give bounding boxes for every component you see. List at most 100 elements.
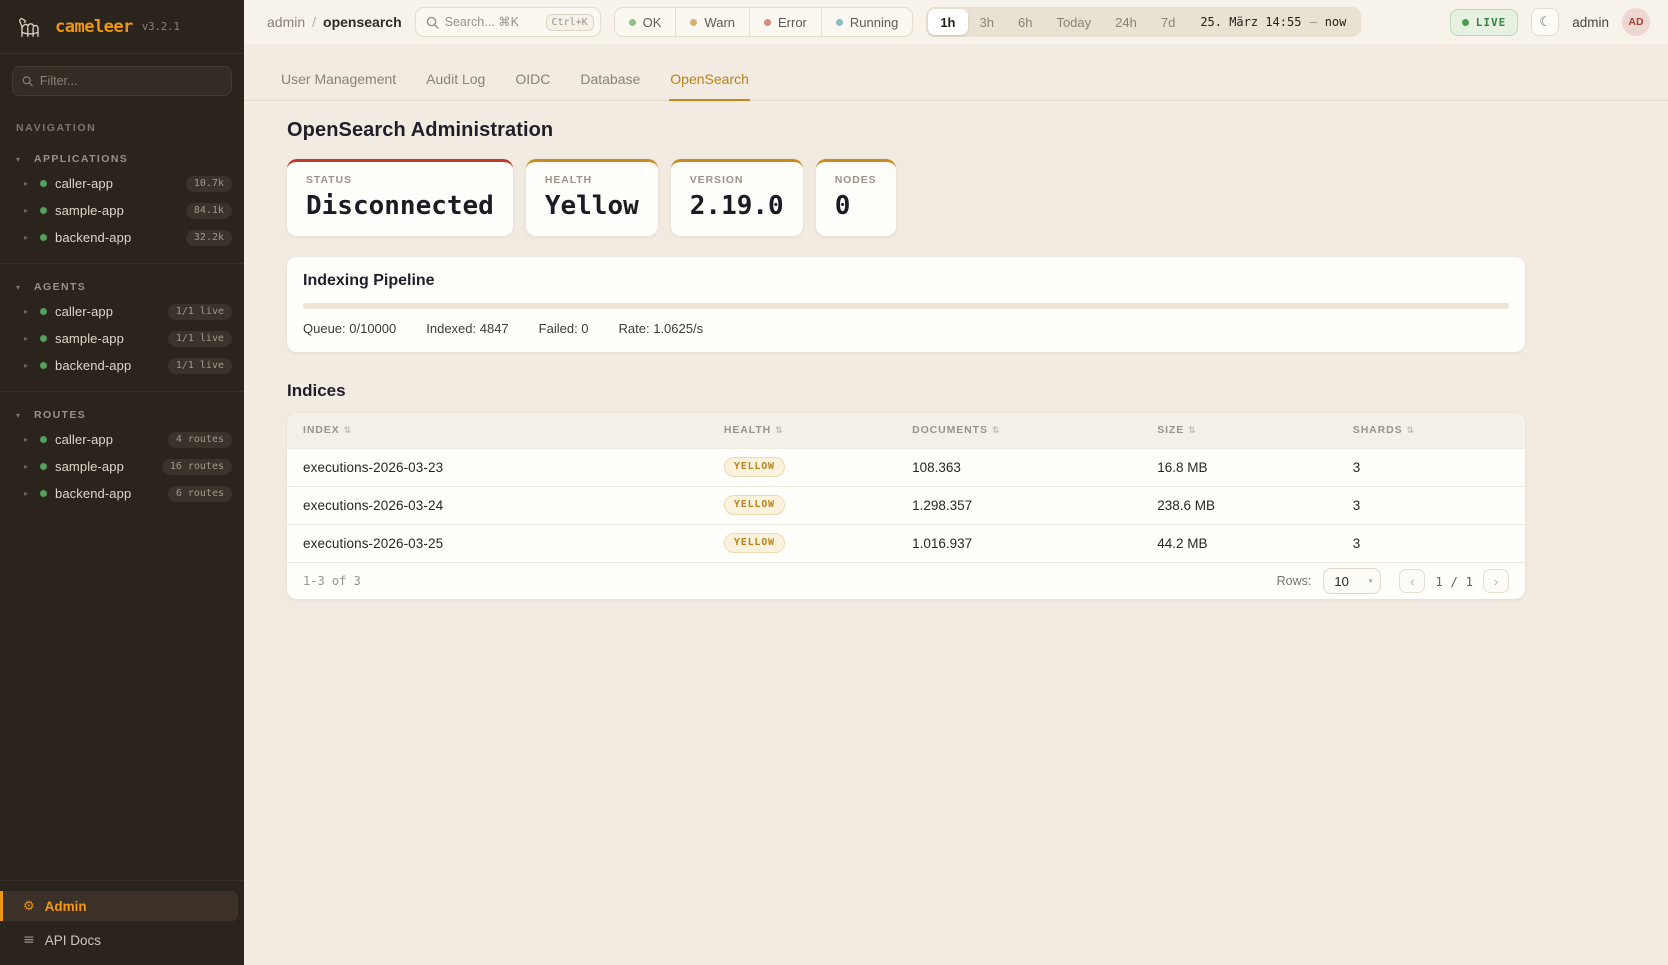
column-header-documents[interactable]: DOCUMENTS⇅ (896, 413, 1141, 448)
column-header-index[interactable]: INDEX⇅ (287, 413, 708, 448)
item-badge: 1/1 live (168, 331, 232, 347)
item-label: caller-app (55, 304, 160, 319)
time-range-3h[interactable]: 3h (968, 9, 1006, 35)
column-header-health[interactable]: HEALTH⇅ (708, 413, 896, 448)
sidebar-item-applications-caller-app[interactable]: ▸ caller-app 10.7k (0, 170, 244, 197)
sidebar-item-agents-backend-app[interactable]: ▸ backend-app 1/1 live (0, 352, 244, 379)
ok-dot-icon (629, 19, 636, 26)
item-badge: 84.1k (186, 203, 232, 219)
stat-card-nodes: NODES 0 (816, 159, 896, 236)
next-page-button[interactable]: › (1483, 569, 1509, 593)
global-search[interactable]: Ctrl+K (415, 7, 601, 37)
sidebar-item-applications-backend-app[interactable]: ▸ backend-app 32.2k (0, 224, 244, 251)
page-indicator: 1 / 1 (1435, 574, 1473, 589)
table-footer: 1-3 of 3 Rows: 10 ▾ ‹ 1 / 1 › (287, 562, 1525, 599)
filter-label: Running (850, 15, 898, 30)
status-dot-icon (40, 490, 47, 497)
indices-table-card: INDEX⇅ HEALTH⇅ DOCUMENTS⇅ SIZE⇅ SHARDS⇅ … (287, 413, 1525, 599)
sidebar-section-agents: ▾ AGENTS ▸ caller-app 1/1 live ▸ sample-… (0, 276, 244, 394)
chevron-right-icon: ▸ (24, 361, 32, 370)
item-label: backend-app (55, 230, 178, 245)
sidebar-item-agents-sample-app[interactable]: ▸ sample-app 1/1 live (0, 325, 244, 352)
pipeline-stats: Queue: 0/10000 Indexed: 4847 Failed: 0 R… (303, 321, 1509, 336)
time-range-group: 1h 3h 6h Today 24h 7d 25. März 14:55 — n… (926, 7, 1361, 37)
cell-index: executions-2026-03-25 (287, 524, 708, 562)
brand-version: v3.2.1 (142, 21, 180, 33)
indexing-pipeline-card: Indexing Pipeline Queue: 0/10000 Indexed… (287, 257, 1525, 352)
table-row: executions-2026-03-24 YELLOW 1.298.357 2… (287, 486, 1525, 524)
tab-oidc[interactable]: OIDC (514, 60, 551, 101)
sidebar: cameleer v3.2.1 NAVIGATION ▾ APPLICATION… (0, 0, 244, 965)
chevron-right-icon: ▸ (24, 206, 32, 215)
stat-card-status: STATUS Disconnected (287, 159, 513, 236)
breadcrumb-admin[interactable]: admin (267, 14, 305, 30)
section-label: ROUTES (34, 409, 86, 421)
time-range-24h[interactable]: 24h (1103, 9, 1149, 35)
item-badge: 32.2k (186, 230, 232, 246)
item-label: sample-app (55, 459, 154, 474)
stat-label: NODES (835, 174, 877, 186)
filter-input[interactable] (40, 74, 222, 88)
status-dot-icon (40, 362, 47, 369)
time-range-7d[interactable]: 7d (1149, 9, 1187, 35)
warn-dot-icon (690, 19, 697, 26)
sidebar-item-api-docs[interactable]: ≡ API Docs (0, 925, 244, 955)
filter-error[interactable]: Error (749, 8, 821, 36)
apidocs-label: API Docs (45, 933, 101, 948)
top-bar: admin / opensearch Ctrl+K OK Warn E (244, 0, 1668, 44)
range-end: now (1325, 15, 1347, 29)
column-header-shards[interactable]: SHARDS⇅ (1337, 413, 1525, 448)
rows-per-page-select[interactable]: 10 ▾ (1323, 568, 1381, 594)
time-range-today[interactable]: Today (1044, 9, 1103, 35)
error-dot-icon (764, 19, 771, 26)
stat-card-health: HEALTH Yellow (526, 159, 658, 236)
search-icon (22, 75, 33, 87)
cell-health: YELLOW (708, 486, 896, 524)
running-dot-icon (836, 19, 843, 26)
stat-value: Yellow (545, 191, 639, 221)
filter-warn[interactable]: Warn (675, 8, 749, 36)
theme-toggle-button[interactable]: ☾ (1531, 8, 1559, 36)
user-name[interactable]: admin (1572, 15, 1609, 30)
item-label: backend-app (55, 486, 160, 501)
tab-database[interactable]: Database (579, 60, 641, 101)
chevron-right-icon: ▸ (24, 435, 32, 444)
sidebar-item-applications-sample-app[interactable]: ▸ sample-app 84.1k (0, 197, 244, 224)
filter-ok[interactable]: OK (615, 8, 676, 36)
cell-documents: 108.363 (896, 448, 1141, 486)
avatar[interactable]: AD (1622, 8, 1650, 36)
cell-index: executions-2026-03-24 (287, 486, 708, 524)
sidebar-item-routes-backend-app[interactable]: ▸ backend-app 6 routes (0, 480, 244, 507)
cell-shards: 3 (1337, 448, 1525, 486)
filter-running[interactable]: Running (821, 8, 912, 36)
breadcrumb: admin / opensearch (267, 14, 402, 30)
prev-page-button[interactable]: ‹ (1399, 569, 1425, 593)
section-header-applications[interactable]: ▾ APPLICATIONS (0, 148, 244, 170)
time-range-6h[interactable]: 6h (1006, 9, 1044, 35)
section-header-agents[interactable]: ▾ AGENTS (0, 276, 244, 298)
range-start: 25. März 14:55 (1200, 15, 1301, 29)
search-input[interactable] (445, 15, 540, 29)
pipeline-queue: Queue: 0/10000 (303, 321, 396, 336)
search-icon (426, 16, 439, 29)
item-label: backend-app (55, 358, 160, 373)
time-range-1h[interactable]: 1h (928, 9, 967, 35)
sidebar-item-routes-sample-app[interactable]: ▸ sample-app 16 routes (0, 453, 244, 480)
section-header-routes[interactable]: ▾ ROUTES (0, 404, 244, 426)
tab-audit-log[interactable]: Audit Log (425, 60, 486, 101)
column-header-size[interactable]: SIZE⇅ (1141, 413, 1337, 448)
time-range-display[interactable]: 25. März 14:55 — now (1187, 15, 1359, 29)
sidebar-item-routes-caller-app[interactable]: ▸ caller-app 4 routes (0, 426, 244, 453)
sidebar-item-admin[interactable]: ⚙ Admin (0, 891, 238, 921)
section-label: AGENTS (34, 281, 86, 293)
tab-user-management[interactable]: User Management (280, 60, 397, 101)
page-title: OpenSearch Administration (287, 119, 1668, 142)
status-dot-icon (40, 308, 47, 315)
sidebar-filter[interactable] (12, 66, 232, 96)
sidebar-item-agents-caller-app[interactable]: ▸ caller-app 1/1 live (0, 298, 244, 325)
live-toggle[interactable]: LIVE (1450, 9, 1519, 36)
pipeline-title: Indexing Pipeline (303, 272, 1509, 290)
admin-label: Admin (45, 899, 87, 914)
docs-lines-icon: ≡ (23, 932, 35, 948)
tab-opensearch[interactable]: OpenSearch (669, 60, 750, 101)
